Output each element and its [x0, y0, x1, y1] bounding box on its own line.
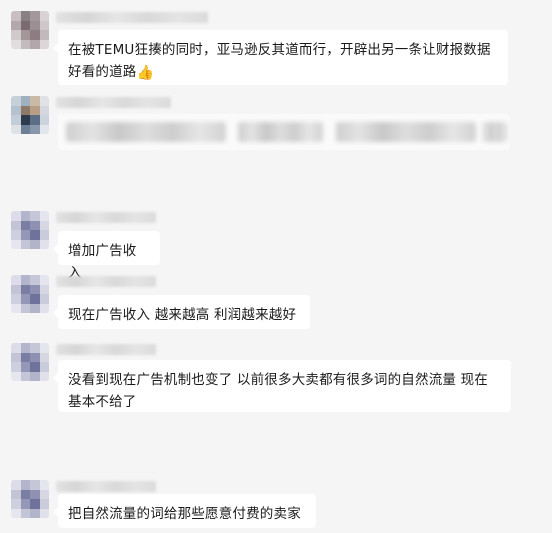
- avatar[interactable]: [11, 275, 49, 313]
- message-text: 现在广告收入 越来越高 利润越来越好: [68, 307, 297, 323]
- sender-name: [56, 97, 171, 108]
- redacted-text: [238, 122, 323, 142]
- message-bubble[interactable]: 现在广告收入 越来越高 利润越来越好: [53, 295, 310, 329]
- sender-name: [56, 212, 156, 223]
- avatar[interactable]: [11, 96, 49, 134]
- avatar[interactable]: [11, 343, 49, 381]
- sender-name: [56, 276, 156, 287]
- blurred-message-bubble[interactable]: [58, 114, 510, 150]
- message-bubble[interactable]: 把自然流量的词给那些愿意付费的卖家: [53, 494, 316, 528]
- message-text-line: 在被TEMU狂揍的同时，亚马逊反其道而行，开辟出另一条让财报数据: [68, 42, 491, 58]
- message-text-line: 好看的道路: [68, 64, 137, 80]
- avatar[interactable]: [11, 11, 49, 49]
- sender-name: [56, 481, 156, 492]
- message-bubble[interactable]: 增加广告收入: [53, 231, 160, 281]
- redacted-text: [66, 122, 226, 142]
- avatar[interactable]: [11, 211, 49, 249]
- redacted-text: [483, 122, 507, 142]
- message-bubble[interactable]: 没看到现在广告机制也变了 以前很多大卖都有很多词的自然流量 现在 基本不给了: [53, 360, 511, 412]
- redacted-text: [336, 122, 476, 142]
- sender-name: [56, 12, 208, 23]
- message-bubble[interactable]: 在被TEMU狂揍的同时，亚马逊反其道而行，开辟出另一条让财报数据 好看的道路👍: [53, 30, 508, 85]
- message-text: 把自然流量的词给那些愿意付费的卖家: [68, 506, 301, 522]
- avatar[interactable]: [11, 480, 49, 518]
- thumbs-up-icon: 👍: [136, 65, 155, 81]
- message-text-line: 基本不给了: [68, 394, 137, 410]
- sender-name: [56, 344, 156, 355]
- message-text-line: 没看到现在广告机制也变了 以前很多大卖都有很多词的自然流量 现在: [68, 372, 488, 388]
